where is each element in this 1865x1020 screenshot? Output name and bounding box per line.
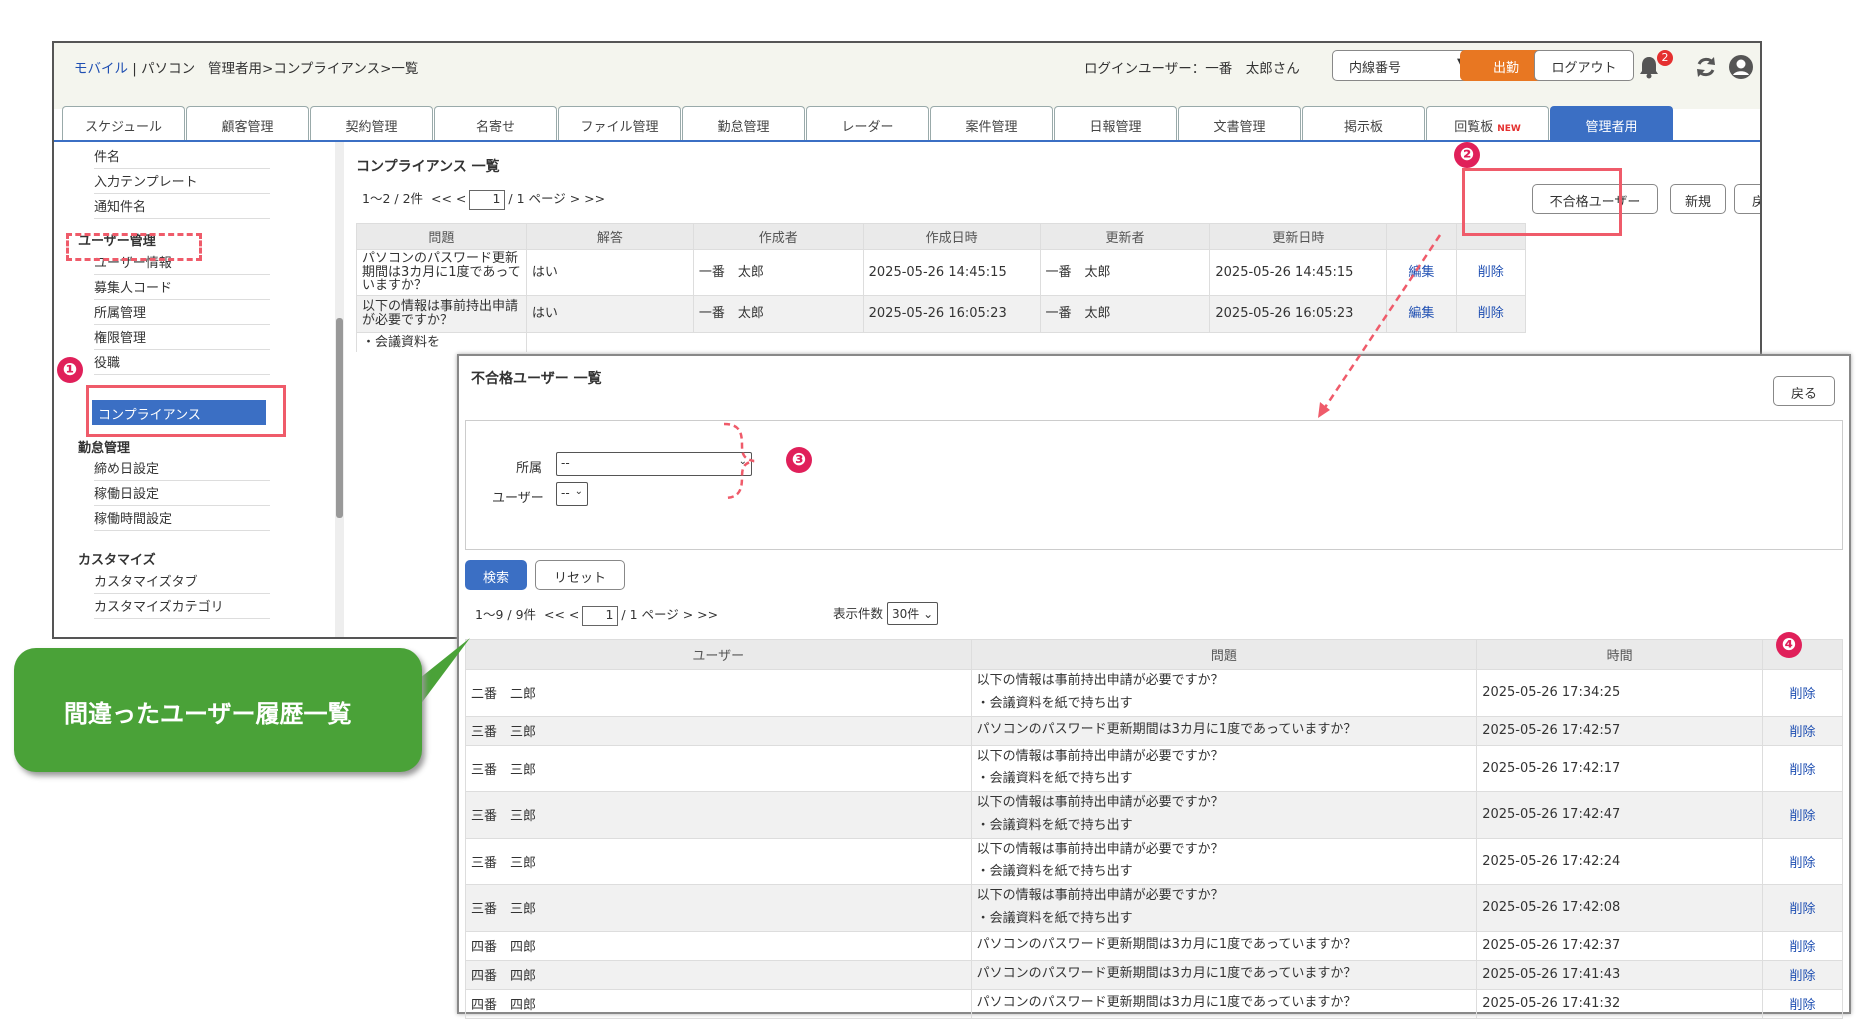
callout-label: 間違ったユーザー履歴一覧 (14, 648, 422, 772)
arrowhead-icon (1318, 402, 1330, 418)
marker-2: ❷ (1454, 142, 1480, 168)
marker-3: ❸ (786, 447, 812, 473)
annotation-layer (420, 234, 1442, 705)
highlight-compliance (86, 385, 286, 437)
highlight-fail-users-button (1462, 168, 1622, 236)
callout-tail (420, 638, 470, 705)
marker-1: ❶ (57, 357, 83, 383)
highlight-user-section (66, 233, 202, 261)
marker-4: ❹ (1776, 632, 1802, 658)
pointer-arrow (1320, 234, 1442, 413)
